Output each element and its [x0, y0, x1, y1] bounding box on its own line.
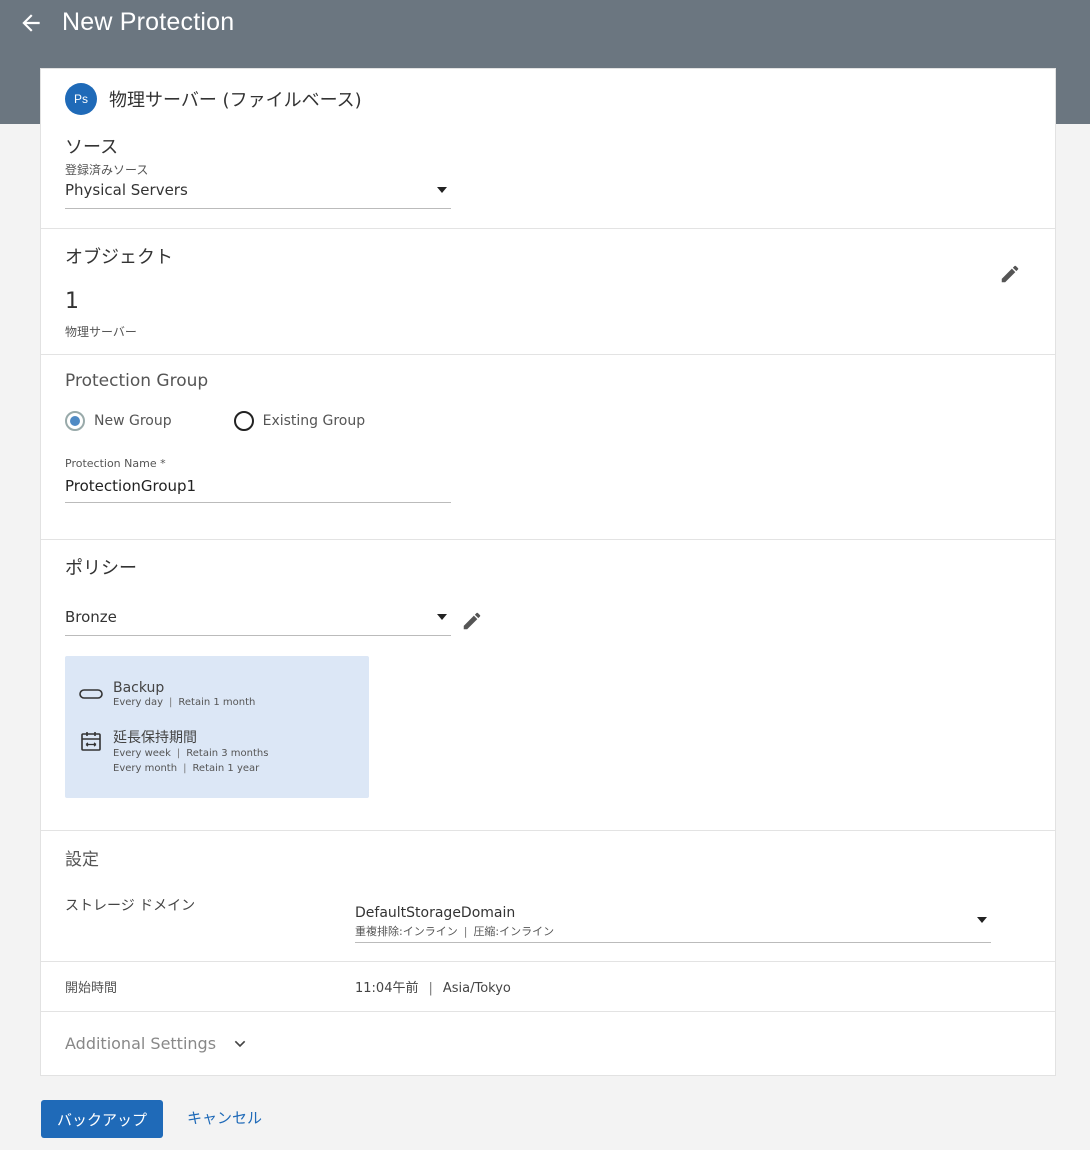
additional-settings-section: Additional Settings — [41, 1012, 1055, 1076]
objects-title: オブジェクト — [65, 247, 173, 268]
radio-selected-icon — [65, 411, 85, 431]
edit-policy-pencil-icon[interactable] — [461, 610, 483, 632]
start-time-label: 開始時間 — [65, 981, 118, 996]
dropdown-arrow-icon — [437, 187, 447, 193]
storage-compression: 圧縮:インライン — [473, 925, 555, 938]
cancel-button[interactable]: キャンセル — [187, 1107, 262, 1128]
group-radio-row: New Group Existing Group — [65, 411, 427, 431]
existing-group-label: Existing Group — [262, 413, 366, 429]
extended-retention: 延長保持期間 Every week | Retain 3 months Every … — [79, 727, 268, 774]
extended-retention-title: 延長保持期間 — [113, 730, 197, 746]
extended-retention-1: Retain 3 months — [186, 748, 269, 759]
title-bar: New Protection — [0, 0, 1090, 48]
chevron-down-icon — [232, 1036, 248, 1052]
timezone-value: Asia/Tokyo — [442, 981, 511, 996]
physical-server-badge-icon: Ps — [65, 83, 97, 115]
source-title: ソース — [65, 137, 119, 158]
protection-group-title: Protection Group — [65, 371, 209, 391]
protection-name-value: ProtectionGroup1 — [65, 477, 197, 495]
storage-dedup: 重複排除:インライン — [355, 925, 458, 938]
backup-pill-icon — [79, 682, 103, 706]
additional-settings-toggle[interactable]: Additional Settings — [65, 1034, 248, 1053]
backup-title: Backup — [113, 680, 165, 696]
environment-header: Ps 物理サーバー (ファイルベース) — [65, 83, 362, 115]
back-arrow-icon[interactable] — [18, 10, 44, 36]
object-count-label: 物理サーバー — [65, 325, 137, 339]
edit-objects-pencil-icon[interactable] — [999, 263, 1021, 285]
new-group-radio[interactable]: New Group — [65, 411, 172, 431]
backup-schedule: Backup Every day | Retain 1 month — [79, 680, 255, 708]
policy-title: ポリシー — [65, 558, 137, 579]
objects-section: オブジェクト 1 物理サーバー — [41, 229, 1055, 355]
source-section: Ps 物理サーバー (ファイルベース) ソース 登録済みソース Physical… — [41, 69, 1055, 229]
settings-title: 設定 — [65, 850, 99, 870]
extended-frequency-2: Every month — [113, 763, 178, 774]
backup-button[interactable]: バックアップ — [41, 1100, 163, 1138]
radio-unselected-icon — [233, 411, 254, 431]
object-count: 1 — [65, 289, 79, 314]
protection-name-label: Protection Name * — [65, 457, 166, 470]
settings-section: 設定 ストレージ ドメイン DefaultStorageDomain 重複排除:… — [41, 831, 1055, 962]
dropdown-arrow-icon — [977, 917, 987, 923]
extended-frequency-1: Every week — [113, 748, 171, 759]
environment-title: 物理サーバー (ファイルベース) — [109, 90, 362, 111]
storage-domain-value: DefaultStorageDomain — [355, 905, 516, 921]
storage-domain-label: ストレージ ドメイン — [65, 898, 196, 914]
registered-source-label: 登録済みソース — [65, 163, 149, 177]
protection-form-card: Ps 物理サーバー (ファイルベース) ソース 登録済みソース Physical… — [40, 68, 1056, 1076]
protection-name-input[interactable]: ProtectionGroup1 — [65, 471, 451, 503]
protection-group-section: Protection Group New Group Existing Grou… — [41, 355, 1055, 540]
policy-summary-card: Backup Every day | Retain 1 month 延長保持期間 E… — [65, 656, 369, 798]
policy-value: Bronze — [65, 608, 117, 626]
registered-source-value: Physical Servers — [65, 181, 188, 199]
backup-frequency: Every day — [113, 697, 163, 708]
start-time-section: 開始時間 11:04午前 | Asia/Tokyo — [41, 962, 1055, 1012]
registered-source-select[interactable]: Physical Servers — [65, 177, 451, 209]
storage-domain-select[interactable]: DefaultStorageDomain 重複排除:インライン | 圧縮:インライン — [355, 901, 991, 943]
existing-group-radio[interactable]: Existing Group — [233, 411, 366, 431]
start-time-value: 11:04午前 — [355, 981, 419, 996]
extended-retention-2: Retain 1 year — [192, 763, 260, 774]
policy-select[interactable]: Bronze — [65, 604, 451, 636]
additional-settings-label: Additional Settings — [65, 1034, 217, 1053]
dropdown-arrow-icon — [437, 614, 447, 620]
calendar-icon — [79, 729, 103, 753]
backup-retention: Retain 1 month — [178, 697, 256, 708]
start-time-value-row[interactable]: 11:04午前 | Asia/Tokyo — [355, 977, 511, 996]
policy-section: ポリシー Bronze Backup Every day | Retain 1 mo… — [41, 540, 1055, 831]
page-title: New Protection — [62, 8, 235, 36]
new-group-label: New Group — [94, 413, 172, 429]
